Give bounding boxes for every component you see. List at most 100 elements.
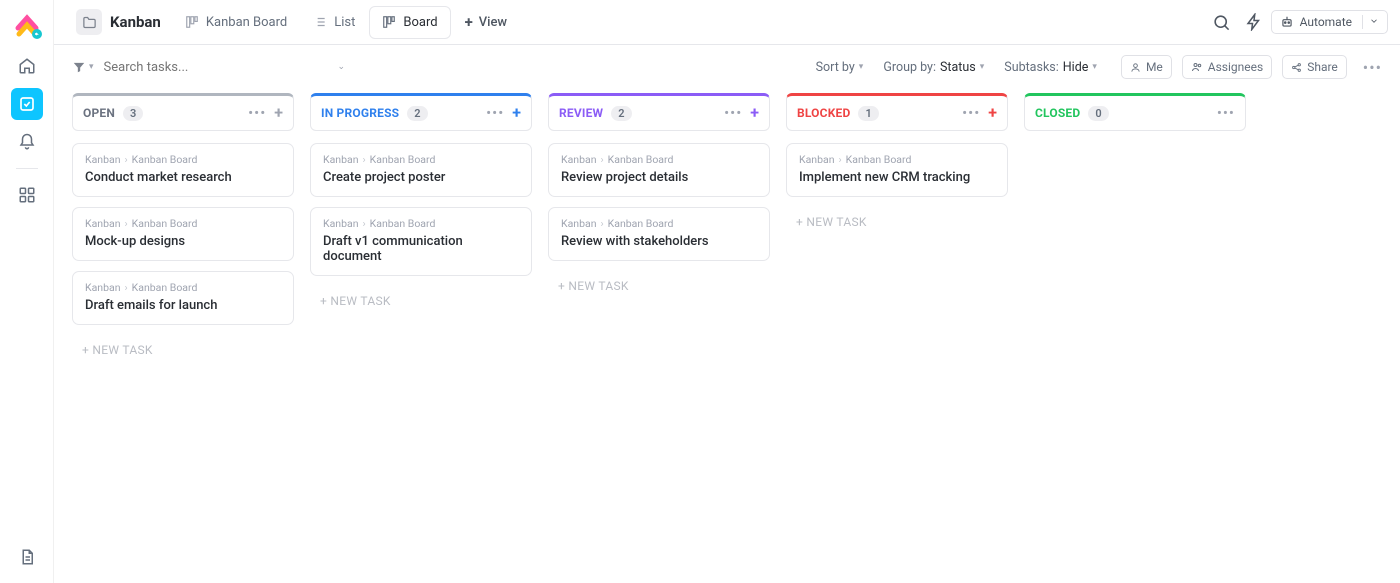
nav-home-icon[interactable]: [11, 50, 43, 82]
breadcrumb: Kanban›Kanban Board: [323, 217, 519, 230]
nav-tasks-icon[interactable]: [11, 88, 43, 120]
view-board[interactable]: Board: [369, 6, 450, 39]
breadcrumb: Kanban›Kanban Board: [561, 217, 757, 230]
view-label: Kanban Board: [206, 15, 287, 30]
column-header[interactable]: IN PROGRESS 2 ••• +: [310, 93, 532, 131]
chevron-down-icon[interactable]: [1362, 15, 1379, 29]
column-progress: IN PROGRESS 2 ••• + Kanban›Kanban Board Creat…: [310, 93, 532, 316]
task-card[interactable]: Kanban›Kanban Board Review project detail…: [548, 143, 770, 197]
workspace-name: Kanban: [110, 13, 161, 31]
card-title: Review with stakeholders: [561, 234, 757, 249]
nav-divider: [16, 168, 38, 169]
column-blocked: BLOCKED 1 ••• + Kanban›Kanban Board Implement…: [786, 93, 1008, 237]
more-icon[interactable]: •••: [1217, 104, 1235, 122]
robot-icon: [1280, 15, 1294, 29]
nav-apps-icon[interactable]: [11, 179, 43, 211]
folder-icon: [76, 9, 102, 35]
card-title: Draft v1 communication document: [323, 234, 519, 264]
me-button[interactable]: Me: [1121, 55, 1172, 79]
assignees-button[interactable]: Assignees: [1182, 55, 1272, 79]
board: OPEN 3 ••• + Kanban›Kanban Board Conduct mark…: [54, 89, 1400, 583]
app-logo-icon[interactable]: [12, 10, 42, 40]
breadcrumb: Kanban›Kanban Board: [561, 153, 757, 166]
card-title: Mock-up designs: [85, 234, 281, 249]
automate-button[interactable]: Automate: [1271, 10, 1388, 34]
view-kanban-board[interactable]: Kanban Board: [173, 7, 299, 38]
more-icon[interactable]: •••: [486, 104, 504, 122]
task-card[interactable]: Kanban›Kanban Board Mock-up designs: [72, 207, 294, 261]
new-task-button[interactable]: + NEW TASK: [72, 335, 294, 365]
breadcrumb: Kanban›Kanban Board: [85, 217, 281, 230]
task-card[interactable]: Kanban›Kanban Board Draft v1 communicatio…: [310, 207, 532, 276]
plus-icon: +: [465, 13, 473, 31]
column-count: 0: [1088, 106, 1108, 121]
tabs-bar: Kanban Kanban Board List Board + View Au…: [54, 0, 1400, 45]
add-task-icon[interactable]: +: [750, 105, 759, 121]
new-task-button[interactable]: + NEW TASK: [548, 271, 770, 301]
card-title: Draft emails for launch: [85, 298, 281, 313]
task-card[interactable]: Kanban›Kanban Board Draft emails for laun…: [72, 271, 294, 325]
workspace-chip[interactable]: Kanban: [66, 5, 171, 39]
column-count: 2: [407, 106, 427, 121]
main: Kanban Kanban Board List Board + View Au…: [54, 0, 1400, 583]
breadcrumb: Kanban›Kanban Board: [85, 153, 281, 166]
column-name: REVIEW: [559, 106, 603, 120]
more-icon[interactable]: •••: [724, 104, 742, 122]
breadcrumb: Kanban›Kanban Board: [799, 153, 995, 166]
column-count: 3: [123, 106, 143, 121]
column-review: REVIEW 2 ••• + Kanban›Kanban Board Review pro…: [548, 93, 770, 301]
add-view-button[interactable]: + View: [453, 5, 520, 39]
card-title: Conduct market research: [85, 170, 281, 185]
more-icon[interactable]: •••: [962, 104, 980, 122]
task-card[interactable]: Kanban›Kanban Board Conduct market resear…: [72, 143, 294, 197]
search-icon[interactable]: [1207, 7, 1237, 37]
more-icon[interactable]: •••: [1363, 58, 1382, 77]
more-icon[interactable]: •••: [248, 104, 266, 122]
card-title: Review project details: [561, 170, 757, 185]
column-open: OPEN 3 ••• + Kanban›Kanban Board Conduct mark…: [72, 93, 294, 365]
group-by-button[interactable]: Group by: Status▾: [883, 60, 984, 75]
add-task-icon[interactable]: +: [274, 105, 283, 121]
task-card[interactable]: Kanban›Kanban Board Implement new CRM tra…: [786, 143, 1008, 197]
filter-icon[interactable]: ▾: [72, 60, 94, 74]
new-task-button[interactable]: + NEW TASK: [786, 207, 1008, 237]
automate-label: Automate: [1300, 15, 1352, 29]
column-header[interactable]: REVIEW 2 ••• +: [548, 93, 770, 131]
subtasks-button[interactable]: Subtasks: Hide▾: [1004, 60, 1097, 75]
column-closed: CLOSED 0 •••: [1024, 93, 1246, 143]
view-label: Board: [403, 15, 437, 30]
column-header[interactable]: BLOCKED 1 ••• +: [786, 93, 1008, 131]
task-card[interactable]: Kanban›Kanban Board Create project poster: [310, 143, 532, 197]
nav-docs-icon[interactable]: [11, 541, 43, 573]
nav-notifications-icon[interactable]: [11, 126, 43, 158]
people-icon: [1191, 61, 1203, 73]
column-header[interactable]: CLOSED 0 •••: [1024, 93, 1246, 131]
toolbar: ▾ ⌄ Sort by▾ Group by: Status▾ Subtasks:…: [54, 45, 1400, 89]
column-count: 1: [858, 106, 878, 121]
breadcrumb: Kanban›Kanban Board: [85, 281, 281, 294]
chevron-down-icon[interactable]: ⌄: [338, 62, 346, 72]
breadcrumb: Kanban›Kanban Board: [323, 153, 519, 166]
column-name: CLOSED: [1035, 106, 1080, 120]
view-list[interactable]: List: [301, 7, 367, 38]
bolt-icon[interactable]: [1239, 7, 1269, 37]
column-count: 2: [611, 106, 631, 121]
add-view-label: View: [479, 15, 507, 30]
card-title: Implement new CRM tracking: [799, 170, 995, 185]
share-button[interactable]: Share: [1282, 55, 1347, 79]
new-task-button[interactable]: + NEW TASK: [310, 286, 532, 316]
add-task-icon[interactable]: +: [988, 105, 997, 121]
add-task-icon[interactable]: +: [512, 105, 521, 121]
view-label: List: [334, 15, 355, 30]
column-name: OPEN: [83, 106, 115, 120]
share-icon: [1291, 62, 1302, 73]
search-input[interactable]: [104, 60, 264, 75]
column-name: BLOCKED: [797, 106, 850, 120]
card-title: Create project poster: [323, 170, 519, 185]
column-name: IN PROGRESS: [321, 106, 399, 120]
column-header[interactable]: OPEN 3 ••• +: [72, 93, 294, 131]
person-icon: [1130, 62, 1141, 73]
task-card[interactable]: Kanban›Kanban Board Review with stakehold…: [548, 207, 770, 261]
sort-by-button[interactable]: Sort by▾: [816, 60, 864, 75]
sidebar: [0, 0, 54, 583]
